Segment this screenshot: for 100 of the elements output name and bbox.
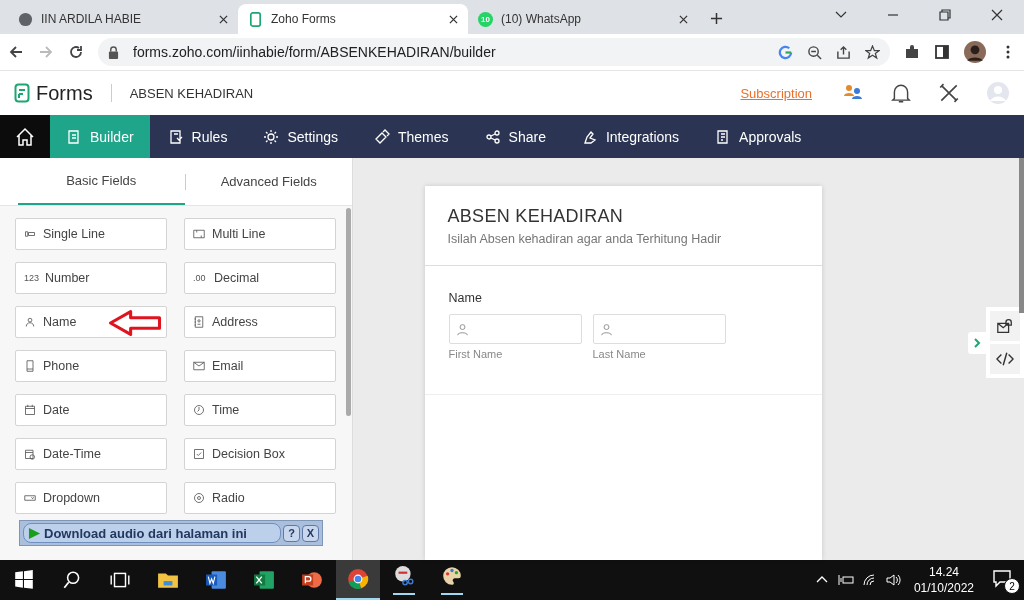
subfield-label: First Name (448, 348, 504, 360)
input-field[interactable] (592, 314, 726, 344)
url-text: forms.zoho.com/iinhabie/form/ABSENKEHADIRAN/builder (133, 44, 496, 60)
field-type-button[interactable]: Address (184, 306, 336, 338)
field-icon (193, 360, 205, 372)
side-panel-icon[interactable] (934, 44, 950, 60)
word-icon[interactable] (205, 569, 227, 591)
star-icon[interactable] (865, 44, 880, 60)
clock-date[interactable]: 01/10/2022 (913, 581, 974, 595)
notification-email-button[interactable] (990, 311, 1020, 341)
home-icon (15, 126, 35, 147)
browser-tab[interactable]: IIN ARDILA HABIE (8, 4, 238, 34)
form-description: Isilah Absen kehadiran agar anda Terhitung Hadir (447, 232, 723, 246)
help-button[interactable]: ? (283, 524, 300, 542)
bell-icon[interactable] (890, 82, 912, 104)
gear-icon (263, 128, 280, 145)
reload-icon[interactable] (68, 44, 84, 60)
field-type-button[interactable]: Email (184, 350, 336, 382)
whatsapp-badge: 10 (478, 11, 493, 27)
home-button[interactable] (0, 115, 50, 158)
lock-icon (108, 45, 119, 59)
field-icon (24, 316, 36, 328)
forms-logo-icon (14, 83, 30, 103)
document-check-icon (167, 128, 184, 145)
input-field[interactable] (448, 314, 582, 344)
close-button[interactable]: X (302, 524, 319, 542)
field-icon (24, 360, 36, 372)
panel-tab[interactable]: Advanced Fields (185, 158, 352, 205)
subfield-label: Last Name (592, 348, 647, 360)
powerpoint-icon[interactable] (301, 569, 323, 591)
nav-tab[interactable]: Rules (149, 115, 246, 158)
code-icon (996, 350, 1014, 368)
close-icon[interactable] (449, 14, 458, 24)
field-icon (193, 492, 205, 504)
add-icon[interactable] (710, 12, 723, 25)
form-title: ABSEN KEHADIRAN (447, 206, 625, 227)
field-type-button[interactable]: Time (184, 394, 336, 426)
field-type-button[interactable]: Name (15, 306, 167, 338)
nav-tab[interactable]: Themes (356, 115, 467, 158)
share-icon[interactable] (836, 44, 851, 60)
field-type-button[interactable]: .00 Decimal (184, 262, 336, 294)
person-icon (599, 322, 613, 336)
scissors-icon[interactable] (393, 565, 415, 595)
avatar-icon[interactable] (964, 41, 986, 63)
brush-icon (374, 128, 390, 145)
browser-tab[interactable]: 10 (10) WhatsApp (468, 4, 698, 34)
share-icon (484, 128, 501, 145)
expand-button[interactable] (968, 331, 986, 354)
play-icon (28, 526, 41, 540)
paint-palette-icon[interactable] (441, 565, 463, 595)
field-icon: 123 (24, 273, 38, 283)
chrome-taskbar-button[interactable] (336, 560, 380, 600)
clock-time[interactable]: 14.24 (928, 565, 959, 579)
volume-icon[interactable] (885, 573, 902, 587)
chrome-icon (347, 568, 369, 590)
chevron-right-icon (973, 336, 981, 349)
embed-code-button[interactable] (990, 344, 1020, 374)
close-icon[interactable] (990, 8, 1004, 22)
zoom-out-icon[interactable] (807, 44, 822, 60)
field-type-button[interactable]: Single Line (15, 218, 167, 250)
field-icon (24, 404, 36, 416)
nav-tab[interactable]: Share (466, 115, 564, 158)
form-name: ABSEN KEHADIRAN (129, 85, 254, 101)
field-type-button[interactable]: Dropdown (15, 482, 167, 514)
site-icon (18, 11, 33, 27)
address-bar[interactable]: forms.zoho.com/iinhabie/form/ABSENKEHADIRAN/builder (98, 38, 890, 66)
field-type-button[interactable]: Multi Line (184, 218, 336, 250)
field-icon (193, 316, 205, 328)
scrollbar[interactable] (1019, 158, 1024, 313)
field-icon (193, 448, 205, 460)
tools-icon[interactable] (938, 82, 960, 104)
nav-tab[interactable]: Settings (245, 115, 356, 158)
site-icon (248, 11, 263, 27)
field-type-button[interactable]: 123 Number (15, 262, 167, 294)
field-icon (24, 228, 36, 240)
restore-icon[interactable] (938, 8, 952, 22)
nav-tab[interactable]: Integrations (563, 115, 698, 158)
nav-tab[interactable]: Approvals (697, 115, 820, 158)
browser-tab[interactable]: Zoho Forms (238, 4, 468, 34)
close-icon[interactable] (679, 14, 688, 24)
app-logo[interactable]: Forms (36, 81, 93, 105)
field-icon (24, 448, 36, 460)
excel-icon[interactable] (253, 569, 275, 591)
field-type-button[interactable]: Decision Box (184, 438, 336, 470)
notification-count: 2 (1004, 578, 1020, 594)
download-audio-button[interactable]: Download audio dari halaman ini (23, 523, 281, 543)
scrollbar[interactable] (346, 208, 351, 416)
mail-bell-icon (996, 317, 1014, 335)
field-type-button[interactable]: Phone (15, 350, 167, 382)
field-type-button[interactable]: Date (15, 394, 167, 426)
document-pen-icon (66, 128, 82, 145)
field-type-button[interactable]: Date-Time (15, 438, 167, 470)
field-type-button[interactable]: Radio (184, 482, 336, 514)
field-icon: .00 (193, 273, 207, 283)
back-icon[interactable] (8, 44, 24, 60)
field-icon (193, 228, 205, 240)
google-icon[interactable] (778, 44, 793, 60)
field-icon (193, 404, 205, 416)
windows-start-icon[interactable] (13, 569, 35, 591)
close-icon[interactable] (219, 14, 228, 24)
